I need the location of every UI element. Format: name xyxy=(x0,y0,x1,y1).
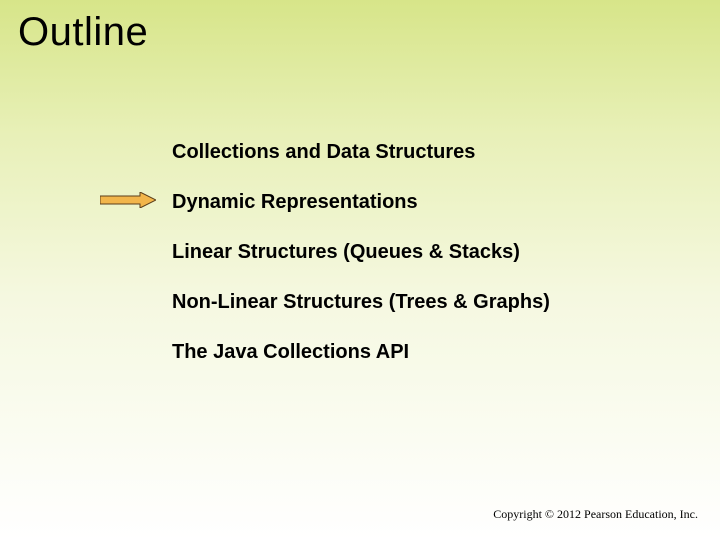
outline-item: Non-Linear Structures (Trees & Graphs) xyxy=(172,290,550,314)
slide: Outline Collections and Data Structures … xyxy=(0,0,720,540)
outline-item: Linear Structures (Queues & Stacks) xyxy=(172,240,550,264)
page-title: Outline xyxy=(18,10,148,55)
outline-item: Collections and Data Structures xyxy=(172,140,550,164)
outline-list: Collections and Data Structures Dynamic … xyxy=(172,140,550,390)
pointer-arrow-icon xyxy=(100,192,156,208)
outline-item: Dynamic Representations xyxy=(172,190,550,214)
outline-item: The Java Collections API xyxy=(172,340,550,364)
copyright-footer: Copyright © 2012 Pearson Education, Inc. xyxy=(493,507,698,522)
